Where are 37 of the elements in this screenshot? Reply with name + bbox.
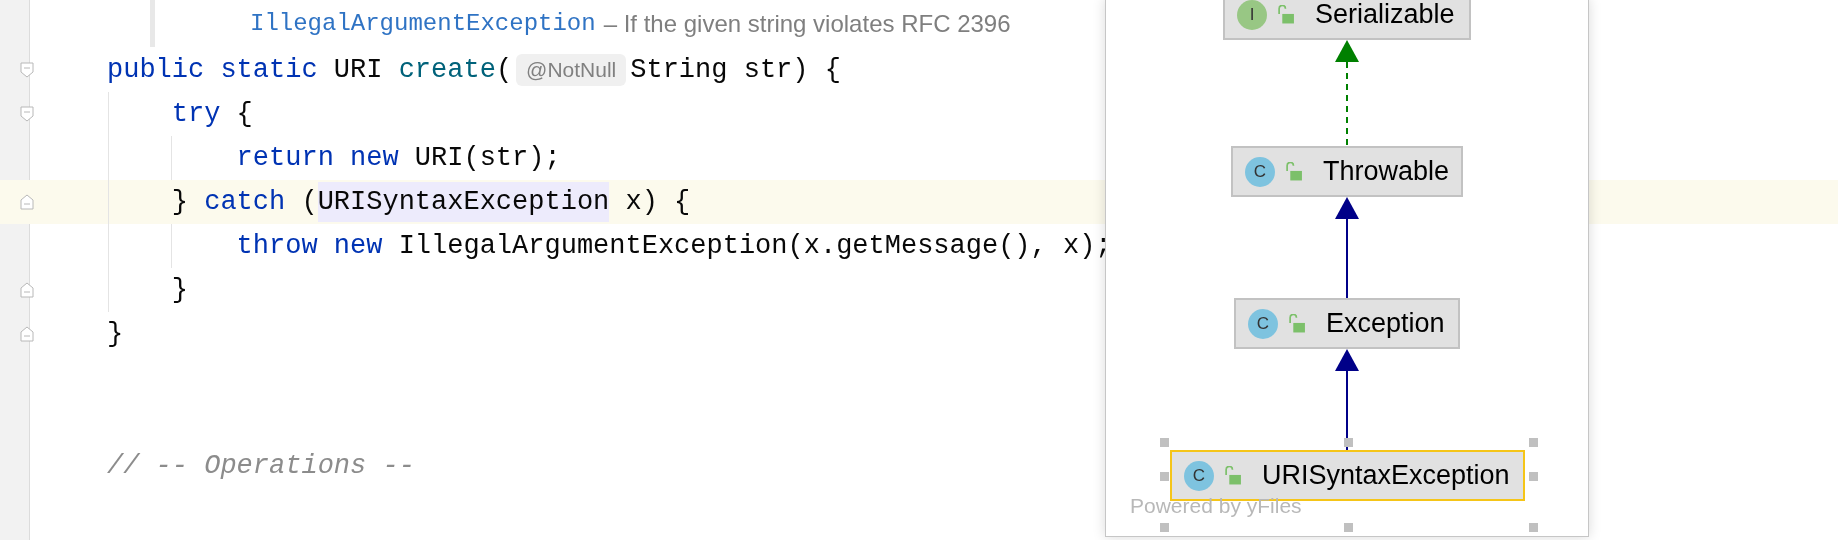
unfold-icon[interactable] <box>20 282 34 298</box>
lock-icon <box>1224 465 1242 486</box>
class-name: Exception <box>1326 307 1445 341</box>
resize-handle[interactable] <box>1529 523 1538 532</box>
fold-icon[interactable] <box>20 106 34 122</box>
code-line: } <box>170 273 188 307</box>
lock-icon <box>1285 161 1303 182</box>
class-name: URISyntaxException <box>1262 459 1510 493</box>
code-line: return new URI(str); <box>235 141 561 175</box>
code-line: try { <box>170 97 253 131</box>
code-line: } <box>107 317 124 351</box>
class-name: Throwable <box>1323 155 1450 189</box>
resize-handle[interactable] <box>1160 471 1169 481</box>
class-badge-icon: I <box>1237 0 1267 30</box>
class-badge-icon: C <box>1248 308 1278 339</box>
doc-link[interactable]: IllegalArgumentException <box>250 6 596 42</box>
unfold-icon[interactable] <box>20 326 34 342</box>
resize-handle[interactable] <box>1343 438 1353 447</box>
class-node[interactable]: C Exception <box>1234 298 1460 349</box>
class-badge-icon: C <box>1245 156 1275 187</box>
unfold-icon[interactable] <box>20 194 34 210</box>
resize-handle[interactable] <box>1160 523 1169 532</box>
code-line: throw new IllegalArgumentException(x.getMessage(), x); <box>235 229 1112 263</box>
fold-icon[interactable] <box>20 62 34 78</box>
lock-icon <box>1288 313 1306 334</box>
doc-text: – If the given string violates RFC 2396 <box>603 9 1011 39</box>
code-comment: // -- Operations -- <box>107 449 415 483</box>
class-badge-icon: C <box>1184 460 1214 491</box>
code-line: public static URI create( @NotNull String str) { <box>107 53 841 88</box>
lock-icon <box>1277 4 1295 25</box>
resize-handle[interactable] <box>1529 471 1538 481</box>
class-node[interactable]: I Serializable <box>1223 0 1471 40</box>
resize-handle[interactable] <box>1343 523 1353 532</box>
class-name: Serializable <box>1315 0 1455 32</box>
class-node[interactable]: C Throwable <box>1231 146 1463 197</box>
resize-handle[interactable] <box>1529 438 1538 447</box>
resize-handle[interactable] <box>1160 438 1169 447</box>
